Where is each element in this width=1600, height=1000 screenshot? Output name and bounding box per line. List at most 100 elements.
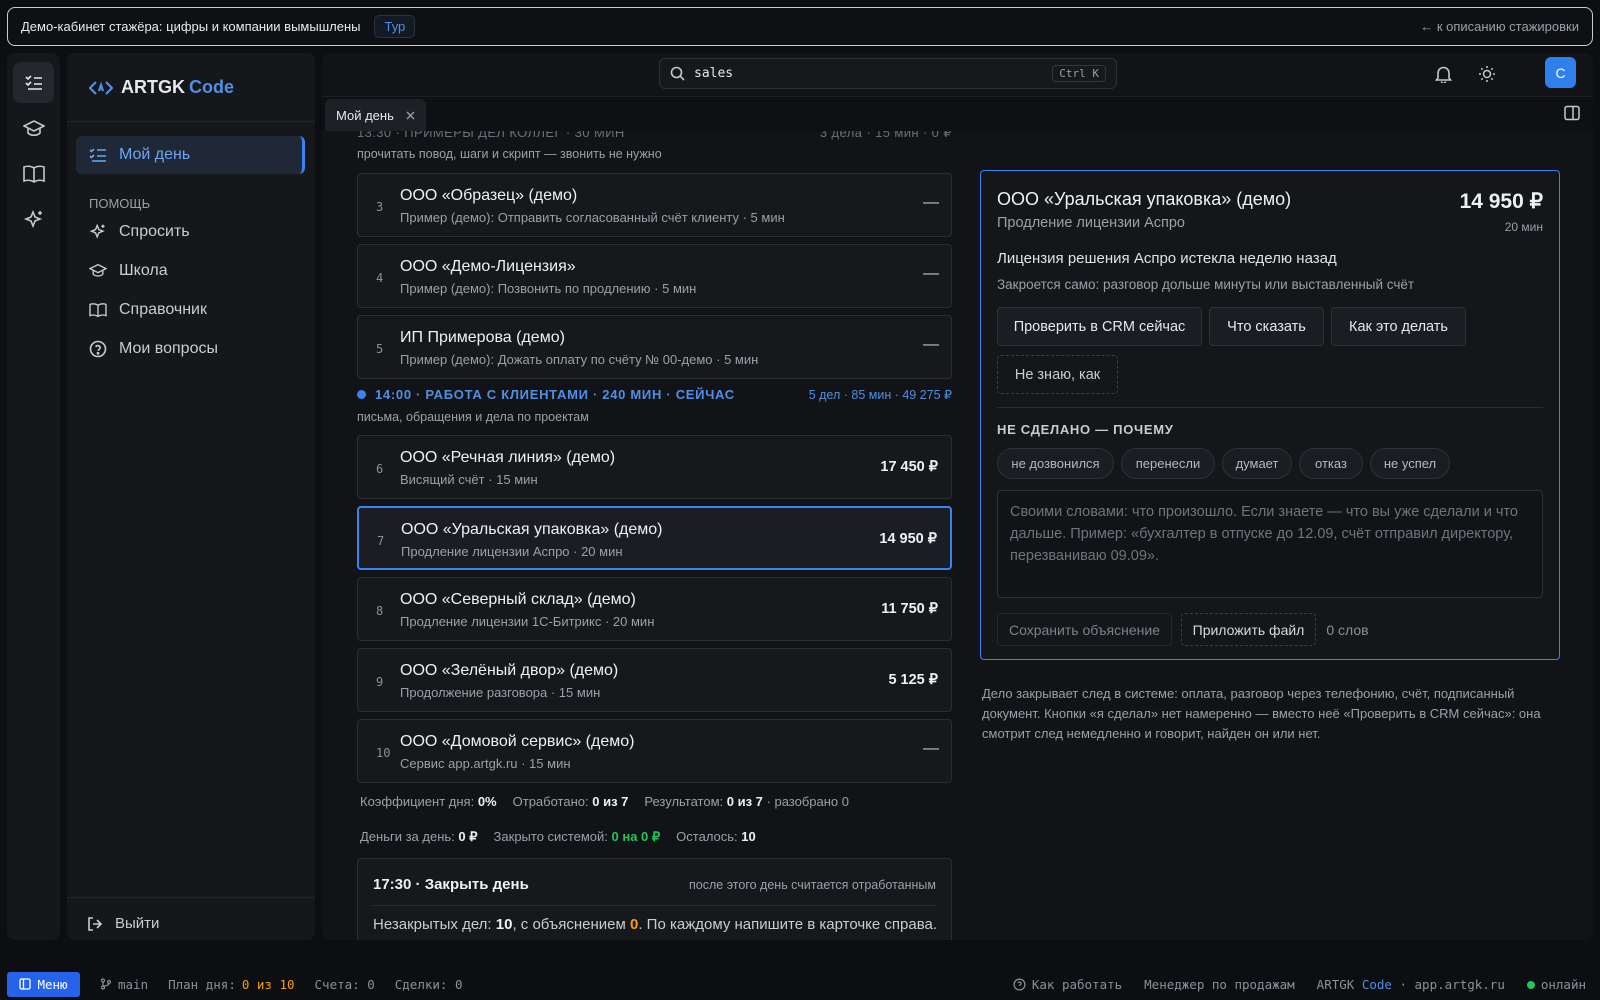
text: , с объяснением (512, 916, 630, 933)
search-box[interactable]: sales Ctrl K (659, 58, 1117, 89)
menu-button[interactable]: Меню (7, 971, 80, 997)
sidebar-item-my-questions[interactable]: Мои вопросы (89, 340, 218, 358)
task-amount: — (923, 265, 939, 282)
reason-chip[interactable]: отказ (1299, 448, 1363, 479)
detail-description: Лицензия решения Аспро истекла неделю на… (997, 250, 1337, 267)
task-description: Пример (демо): Отправить согласованный с… (400, 210, 785, 225)
sidebar-item-school[interactable]: Школа (89, 262, 168, 280)
stat-label: Осталось: (676, 829, 738, 844)
task-company: ООО «Зелёный двор» (демо) (400, 662, 619, 679)
task-amount: 14 950 ₽ (879, 531, 937, 547)
stat-value: 0 на 0 ₽ (611, 829, 661, 844)
not-done-heading: НЕ СДЕЛАНО — ПОЧЕМУ (997, 422, 1174, 437)
split-view-icon[interactable] (1564, 105, 1580, 121)
check-crm-button[interactable]: Проверить в CRM сейчас (997, 307, 1202, 346)
save-explanation-button[interactable]: Сохранить объяснение (997, 613, 1172, 646)
how-to-button[interactable]: Как это делать (1331, 307, 1466, 346)
task-amount: — (923, 336, 939, 353)
bell-icon[interactable] (1430, 61, 1456, 87)
reason-chip[interactable]: не дозвонился (997, 448, 1114, 479)
tour-button[interactable]: Тур (374, 15, 416, 38)
stat-money: Деньги за день: 0 ₽ (360, 829, 478, 845)
how-to-work-label: Как работать (1031, 976, 1123, 992)
attach-file-button[interactable]: Приложить файл (1181, 613, 1316, 646)
checklist-icon (89, 148, 106, 162)
plan-value: 0 из 10 (241, 976, 295, 992)
task-card[interactable]: 5 ИП Примерова (демо) Пример (демо): Дож… (357, 315, 952, 379)
app-logo[interactable]: ARTGK Code (89, 77, 234, 98)
task-card[interactable]: 6 ООО «Речная линия» (демо) Висящий счёт… (357, 435, 952, 499)
task-number: 8 (376, 604, 384, 618)
section-header-current: 14:00 · РАБОТА С КЛИЕНТАМИ · 240 МИН · С… (357, 387, 952, 402)
task-card[interactable]: 4 ООО «Демо-Лицензия» Пример (демо): Поз… (357, 244, 952, 308)
explanation-textarea[interactable]: Своими словами: что произошло. Если знае… (997, 490, 1543, 598)
task-number: 9 (376, 675, 384, 689)
logo-brand: ARTGK (121, 77, 185, 97)
checklist-icon[interactable] (13, 62, 54, 103)
how-to-work-link[interactable]: Как работать (1013, 977, 1122, 992)
detail-minutes: 20 мин (1504, 220, 1543, 234)
money-stats: Деньги за день: 0 ₽ Закрыто системой: 0 … (360, 829, 756, 845)
search-input[interactable]: sales (694, 66, 733, 81)
book-icon (89, 303, 107, 318)
book-icon[interactable] (13, 153, 54, 194)
reason-chip[interactable]: не успел (1370, 448, 1450, 479)
task-card[interactable]: 3 ООО «Образец» (демо) Пример (демо): От… (357, 173, 952, 237)
demo-notice: Демо-кабинет стажёра: цифры и компании в… (21, 19, 361, 34)
avatar[interactable]: C (1545, 57, 1576, 88)
section-subtitle: прочитать повод, шаги и скрипт — звонить… (357, 147, 662, 161)
stat-label: Деньги за день: (360, 829, 455, 844)
logout-button[interactable]: Выйти (87, 915, 159, 932)
back-link[interactable]: ← к описанию стажировки (1420, 19, 1579, 34)
task-card[interactable]: 10 ООО «Домовой сервис» (демо) Сервис ap… (357, 719, 952, 783)
what-to-say-button[interactable]: Что сказать (1209, 307, 1324, 346)
sidebar-item-my-day[interactable]: Мой день (76, 136, 305, 174)
task-company: ООО «Речная линия» (демо) (400, 449, 616, 466)
task-company: ИП Примерова (демо) (400, 329, 565, 346)
graduation-cap-icon (89, 263, 107, 277)
reason-chip[interactable]: думает (1222, 448, 1292, 479)
online-dot (1526, 980, 1535, 989)
tab-my-day[interactable]: Мой день (325, 99, 426, 131)
brand-footer: ARTGK Code · app.artgk.ru (1317, 977, 1505, 992)
branch-indicator[interactable]: main (100, 977, 148, 992)
sidebar-item-ask[interactable]: Спросить (89, 223, 190, 241)
task-card-selected[interactable]: 7 ООО «Уральская упаковка» (демо) Продле… (357, 506, 952, 570)
stat-label: Результатом: (644, 794, 724, 809)
divider (67, 121, 315, 122)
task-card[interactable]: 8 ООО «Северный склад» (демо) Продление … (357, 577, 952, 641)
section-subtitle: письма, обращения и дела по проектам (357, 410, 589, 424)
task-description: Пример (демо): Дожать оплату по счёту № … (400, 352, 759, 367)
tab-bar: Мой день (322, 96, 1593, 131)
sidebar-item-label: Спросить (119, 223, 190, 240)
close-day-title: 17:30 · Закрыть день (373, 876, 529, 893)
role-label: Менеджер по продажам (1144, 976, 1295, 992)
close-icon[interactable] (406, 111, 415, 120)
stat-worked: Отработано: 0 из 7 (513, 794, 629, 809)
close-day-summary: Незакрытых дел: 10, с объяснением 0. По … (373, 916, 937, 933)
logo-code: Code (189, 77, 234, 97)
graduation-cap-icon[interactable] (13, 108, 54, 149)
task-card[interactable]: 9 ООО «Зелёный двор» (демо) Продолжение … (357, 648, 952, 712)
stat-value: 0% (477, 794, 497, 809)
sun-icon[interactable] (1474, 61, 1500, 87)
detail-title: ООО «Уральская упаковка» (демо) (997, 189, 1292, 209)
task-amount: — (923, 740, 939, 757)
plan-label: План дня: (168, 976, 236, 992)
stat-value: 0 из 7 (592, 794, 629, 809)
task-number: 4 (376, 271, 384, 285)
dont-know-button[interactable]: Не знаю, как (997, 355, 1118, 394)
sidebar-toggle-icon (19, 978, 32, 990)
close-day-card[interactable]: 17:30 · Закрыть день после этого день сч… (357, 858, 952, 940)
sparkle-icon[interactable] (13, 199, 54, 240)
text: . По каждому напишите в карточке справа. (638, 916, 938, 933)
stat-tail: · разобрано 0 (766, 794, 849, 809)
task-company: ООО «Домовой сервис» (демо) (400, 733, 635, 750)
task-description: Продолжение разговора · 15 мин (400, 685, 601, 700)
reason-chip[interactable]: перенесли (1121, 448, 1215, 479)
sidebar-item-reference[interactable]: Справочник (89, 301, 207, 319)
stat-value: 10 (741, 829, 756, 844)
detail-close-condition: Закроется само: разговор дольше минуты и… (997, 277, 1415, 292)
task-description: Висящий счёт · 15 мин (400, 472, 538, 487)
task-company: ООО «Уральская упаковка» (демо) (401, 521, 663, 538)
